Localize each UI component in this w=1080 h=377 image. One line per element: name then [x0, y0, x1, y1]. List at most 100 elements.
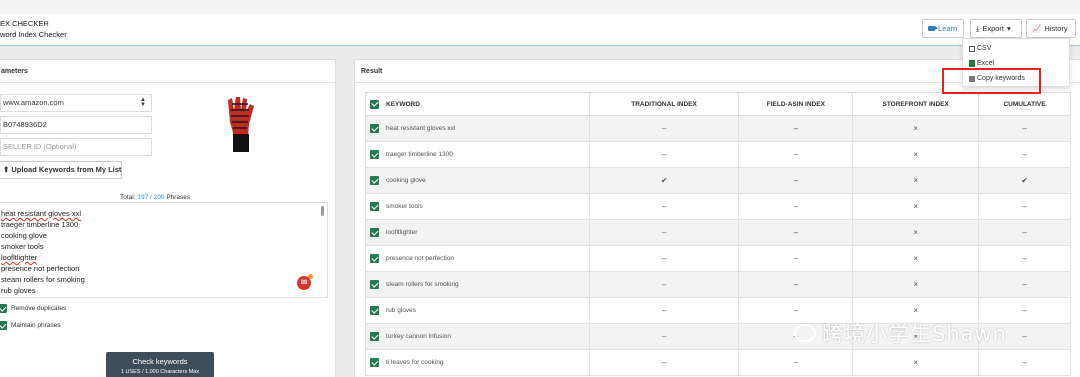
chart-icon: 📈	[1032, 24, 1042, 33]
field-asin-index-cell: –	[738, 141, 854, 168]
table-row: traeger timberline 1300– – × –	[365, 141, 1071, 168]
keyword-cell: traeger timberline 1300	[365, 141, 590, 168]
field-asin-index-cell: –	[738, 219, 854, 246]
row-checkbox[interactable]	[370, 202, 379, 211]
row-checkbox[interactable]	[370, 306, 379, 315]
row-checkbox[interactable]	[370, 332, 379, 341]
keyword-cell: steam rollers for smoking	[365, 271, 590, 298]
marketplace-value: www.amazon.com	[3, 98, 64, 107]
traditional-index-cell: –	[588, 219, 740, 246]
cumulative-cell: –	[978, 349, 1071, 376]
traditional-index-cell: ✔	[588, 167, 740, 194]
copy-keywords-label: Copy keywords	[977, 75, 1025, 82]
export-label: Export	[982, 24, 1005, 33]
caret-down-icon: ▾	[1007, 24, 1011, 33]
remove-duplicates-option[interactable]: Remove duplicates	[0, 304, 66, 313]
upload-keywords-button[interactable]: ⬆ Upload Keywords from My List	[0, 161, 122, 179]
traditional-index-cell: –	[588, 193, 740, 220]
row-checkbox[interactable]	[370, 358, 379, 367]
column-header-keyword[interactable]: KEYWORD	[365, 92, 590, 116]
keyword-text: rub gloves	[386, 307, 416, 314]
check-keywords-button[interactable]: Check keywords 1 USES / 1,000 Characters…	[106, 352, 214, 377]
keyword-cell: turkey cannon infusion	[365, 323, 590, 350]
row-checkbox[interactable]	[370, 254, 379, 263]
select-all-checkbox[interactable]	[370, 99, 379, 109]
download-icon: ⤓	[976, 24, 980, 33]
marketplace-select[interactable]: www.amazon.com ▲ ▼	[0, 94, 152, 112]
page-header: EX CHECKER word Index Checker	[0, 14, 1080, 46]
learn-label: Learn	[938, 24, 958, 33]
export-csv-item[interactable]: CSV	[969, 45, 991, 52]
total-used: 197	[137, 194, 149, 201]
checkbox-checked-icon[interactable]	[0, 304, 7, 313]
cumulative-cell: –	[978, 193, 1071, 220]
table-row: ti leaves for cooking – – × –	[365, 349, 1071, 376]
asin-input[interactable]: B0748936D2	[0, 116, 152, 134]
keyword-cell: loofltlighter	[365, 219, 590, 246]
table-header-row: KEYWORD TRADITIONAL INDEX FIELD-ASIN IND…	[365, 92, 1071, 116]
keyword-cell: presence not perfection	[365, 245, 590, 272]
seller-id-input[interactable]: SELLER ID (Optional)	[0, 138, 152, 156]
storefront-index-cell: ×	[852, 193, 980, 220]
keyword-text: loofltlighter	[386, 229, 418, 236]
keyword-text: turkey cannon infusion	[386, 333, 452, 340]
keyword-cell: smoker tools	[365, 193, 590, 220]
divider	[0, 82, 335, 83]
row-checkbox[interactable]	[370, 150, 379, 159]
keyword-text: presence not perfection	[386, 255, 454, 262]
keywords-textarea[interactable]: heat resistant gloves xxl traeger timber…	[0, 202, 328, 298]
cumulative-cell: –	[978, 115, 1071, 142]
copy-keywords-item[interactable]: Copy keywords	[969, 75, 1025, 82]
history-button[interactable]: 📈 History	[1026, 19, 1076, 38]
traditional-index-cell: –	[588, 141, 740, 168]
column-header-cumulative: CUMULATIVE	[978, 92, 1071, 116]
field-asin-index-cell: –	[738, 349, 854, 376]
export-button[interactable]: ⤓ Export ▾	[970, 19, 1022, 38]
storefront-index-cell: ×	[852, 141, 980, 168]
product-image	[228, 97, 254, 152]
storefront-index-cell: ×	[852, 245, 980, 272]
keyword-cell: heat resistant gloves xxl	[365, 115, 590, 142]
field-asin-index-cell: –	[738, 193, 854, 220]
learn-button[interactable]: Learn	[922, 19, 964, 38]
field-asin-index-cell: –	[738, 245, 854, 272]
table-icon	[969, 45, 975, 52]
keyword-line: rub gloves	[1, 286, 36, 295]
total-max: 200	[153, 194, 165, 201]
export-excel-item[interactable]: Excel	[969, 60, 994, 67]
video-icon	[928, 26, 938, 31]
maintain-phrases-option[interactable]: Maintain phrases	[0, 321, 61, 330]
cumulative-cell: –	[978, 271, 1071, 298]
field-asin-index-cell: –	[738, 115, 854, 142]
row-checkbox[interactable]	[370, 176, 379, 185]
textarea-scrollbar[interactable]	[321, 206, 324, 216]
page-subtitle: word Index Checker	[0, 30, 67, 39]
phrase-count: Total: 197 / 200 Phrases	[120, 194, 190, 201]
field-asin-index-cell: –	[738, 271, 854, 298]
traditional-index-cell: –	[588, 323, 740, 350]
export-dropdown-menu: CSV Excel Copy keywords	[962, 38, 1070, 87]
row-checkbox[interactable]	[370, 228, 379, 237]
keyword-line: loofltlighter	[1, 253, 38, 262]
keyword-line: smoker tools	[1, 242, 44, 251]
cumulative-cell: –	[978, 141, 1071, 168]
watermark: 跨境小学生Shawn	[794, 318, 1007, 348]
storefront-index-cell: ×	[852, 219, 980, 246]
keyword-text: heat resistant gloves xxl	[386, 125, 456, 132]
storefront-index-cell: ×	[852, 271, 980, 298]
row-checkbox[interactable]	[370, 124, 379, 133]
keyword-line: cooking glove	[1, 231, 47, 240]
notification-badge[interactable]: 88	[297, 274, 313, 290]
table-row: steam rollers for smoking – – × –	[365, 271, 1071, 298]
checkbox-checked-icon[interactable]	[0, 321, 7, 330]
history-label: History	[1044, 24, 1068, 33]
total-suffix: Phrases	[166, 194, 191, 201]
page-title: EX CHECKER	[0, 19, 49, 28]
keyword-line: steam rollers for smoking	[1, 275, 85, 284]
parameters-title: ameters	[1, 68, 28, 75]
keyword-cell: cooking glove	[365, 167, 590, 194]
field-asin-index-cell: –	[738, 167, 854, 194]
result-title: Result	[361, 68, 383, 75]
copy-icon	[969, 75, 975, 82]
row-checkbox[interactable]	[370, 280, 379, 289]
